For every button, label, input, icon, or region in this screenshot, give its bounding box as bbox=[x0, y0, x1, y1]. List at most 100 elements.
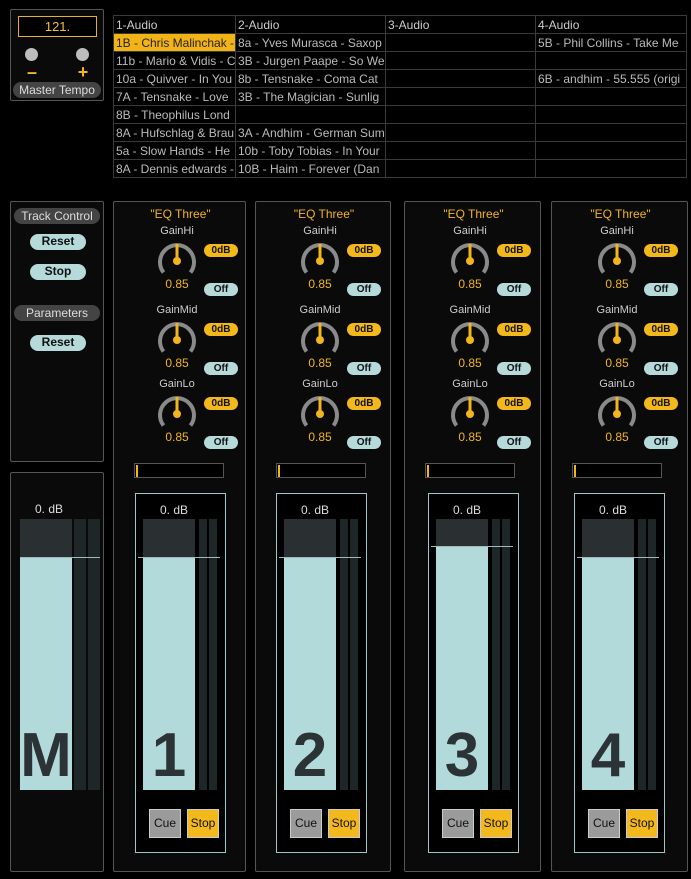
clip-slot[interactable]: 1B - Chris Malinchak - bbox=[113, 33, 236, 52]
clip-slot[interactable]: 7A - Tensnake - Love bbox=[113, 87, 236, 106]
tempo-decrease-knob[interactable] bbox=[25, 48, 38, 61]
tempo-plus-button[interactable]: + bbox=[76, 63, 90, 81]
eq-db-badge[interactable]: 0dB bbox=[644, 323, 678, 336]
clip-slot[interactable]: 3B - Jurgen Paape - So We bbox=[235, 51, 386, 70]
eq-db-badge[interactable]: 0dB bbox=[497, 397, 531, 410]
clip-slot[interactable] bbox=[235, 105, 386, 124]
clip-slot[interactable] bbox=[385, 69, 536, 88]
clip-row: 8A - Hufschlag & Brau 3A - Andhim - Germa… bbox=[113, 123, 687, 142]
master-track-number: M bbox=[20, 721, 72, 790]
clip-slot[interactable]: 8a - Yves Murasca - Saxop bbox=[235, 33, 386, 52]
clip-slot[interactable] bbox=[535, 105, 687, 124]
clip-slot[interactable] bbox=[535, 159, 687, 178]
eq-off-toggle[interactable]: Off bbox=[644, 436, 678, 449]
clip-slot[interactable] bbox=[535, 51, 687, 70]
eq-db-badge[interactable]: 0dB bbox=[497, 323, 531, 336]
clip-slot[interactable] bbox=[385, 159, 536, 178]
volume-fader-track[interactable]: 2 bbox=[284, 519, 336, 790]
master-fader-track[interactable]: M bbox=[20, 519, 72, 790]
clip-row: 10a - Quivver - In You 8b - Tensnake - Co… bbox=[113, 69, 687, 88]
clip-slot[interactable]: 5a - Slow Hands - He bbox=[113, 141, 236, 160]
parameters-title: Parameters bbox=[14, 305, 100, 321]
eq-db-badge[interactable]: 0dB bbox=[644, 244, 678, 257]
tempo-minus-button[interactable]: – bbox=[25, 63, 39, 81]
clip-slot[interactable] bbox=[535, 123, 687, 142]
track-header[interactable]: 1-Audio bbox=[113, 15, 236, 34]
cue-button[interactable]: Cue bbox=[290, 809, 322, 838]
clip-slot[interactable]: 11b - Mario & Vidis - C bbox=[113, 51, 236, 70]
meter-right bbox=[209, 519, 217, 790]
eq-off-toggle[interactable]: Off bbox=[497, 283, 531, 296]
clip-row: 5a - Slow Hands - He 10b - Toby Tobias - … bbox=[113, 141, 687, 160]
clip-slot[interactable] bbox=[385, 123, 536, 142]
master-tempo-label: Master Tempo bbox=[13, 82, 101, 98]
fader-marker bbox=[577, 557, 659, 558]
fader-frame: 0. dB 2 Cue Stop bbox=[276, 493, 367, 853]
eq-param-label: GainLo bbox=[452, 378, 488, 390]
eq-off-toggle[interactable]: Off bbox=[204, 436, 238, 449]
clip-slot[interactable]: 10B - Haim - Forever (Dan bbox=[235, 159, 386, 178]
volume-fader-track[interactable]: 4 bbox=[582, 519, 634, 790]
clip-slot[interactable]: 8B - Theophilus Lond bbox=[113, 105, 236, 124]
stop-button[interactable]: Stop bbox=[187, 809, 219, 838]
clip-slot[interactable] bbox=[385, 87, 536, 106]
eq-param-label: GainHi bbox=[303, 225, 337, 237]
eq-db-badge[interactable]: 0dB bbox=[347, 323, 381, 336]
eq-db-badge[interactable]: 0dB bbox=[204, 323, 238, 336]
clip-slot[interactable] bbox=[385, 51, 536, 70]
cue-button[interactable]: Cue bbox=[149, 809, 181, 838]
clip-slot[interactable] bbox=[385, 105, 536, 124]
eq-off-toggle[interactable]: Off bbox=[644, 362, 678, 375]
eq-knob-value: 0.85 bbox=[165, 430, 189, 444]
clip-slot[interactable] bbox=[535, 87, 687, 106]
fader-frame: 0. dB 1 Cue Stop bbox=[135, 493, 226, 853]
clip-slot[interactable]: 8A - Dennis edwards - bbox=[113, 159, 236, 178]
track-reset-button[interactable]: Reset bbox=[30, 234, 86, 250]
eq-db-badge[interactable]: 0dB bbox=[497, 244, 531, 257]
eq-db-badge[interactable]: 0dB bbox=[347, 244, 381, 257]
eq-db-badge[interactable]: 0dB bbox=[644, 397, 678, 410]
tempo-value[interactable]: 121. bbox=[18, 16, 97, 37]
track-number: 3 bbox=[444, 721, 480, 790]
clip-row: 8A - Dennis edwards -10B - Haim - Foreve… bbox=[113, 159, 687, 178]
cue-button[interactable]: Cue bbox=[588, 809, 620, 838]
eq-off-toggle[interactable]: Off bbox=[497, 362, 531, 375]
eq-off-toggle[interactable]: Off bbox=[204, 283, 238, 296]
clip-slot[interactable]: 3A - Andhim - German Sum bbox=[235, 123, 386, 142]
clip-slot[interactable]: 3B - The Magician - Sunlig bbox=[235, 87, 386, 106]
clip-slot[interactable] bbox=[535, 141, 687, 160]
eq-db-badge[interactable]: 0dB bbox=[204, 397, 238, 410]
volume-fader-track[interactable]: 3 bbox=[436, 519, 488, 790]
stop-button[interactable]: Stop bbox=[480, 809, 512, 838]
eq-db-badge[interactable]: 0dB bbox=[347, 397, 381, 410]
tempo-increase-knob[interactable] bbox=[76, 48, 89, 61]
track-header[interactable]: 3-Audio bbox=[385, 15, 536, 34]
eq-off-toggle[interactable]: Off bbox=[347, 283, 381, 296]
volume-fader-track[interactable]: 1 bbox=[143, 519, 195, 790]
eq-off-toggle[interactable]: Off bbox=[204, 362, 238, 375]
track-header[interactable]: 2-Audio bbox=[235, 15, 386, 34]
clip-slot[interactable] bbox=[385, 141, 536, 160]
track-control-panel: Track Control Reset Stop Parameters Rese… bbox=[10, 201, 104, 462]
eq-off-toggle[interactable]: Off bbox=[347, 436, 381, 449]
fader-marker bbox=[138, 557, 220, 558]
clip-slot[interactable]: 8b - Tensnake - Coma Cat bbox=[235, 69, 386, 88]
clip-slot[interactable]: 6B - andhim - 55.555 (origi bbox=[535, 69, 687, 88]
output-meter-bar bbox=[425, 463, 515, 478]
meter-right bbox=[350, 519, 358, 790]
eq-db-badge[interactable]: 0dB bbox=[204, 244, 238, 257]
clip-slot[interactable]: 5B - Phil Collins - Take Me bbox=[535, 33, 687, 52]
clip-slot[interactable]: 8A - Hufschlag & Brau bbox=[113, 123, 236, 142]
eq-off-toggle[interactable]: Off bbox=[644, 283, 678, 296]
parameters-reset-button[interactable]: Reset bbox=[30, 335, 86, 351]
stop-button[interactable]: Stop bbox=[626, 809, 658, 838]
track-header[interactable]: 4-Audio bbox=[535, 15, 687, 34]
stop-button[interactable]: Stop bbox=[328, 809, 360, 838]
eq-off-toggle[interactable]: Off bbox=[497, 436, 531, 449]
eq-off-toggle[interactable]: Off bbox=[347, 362, 381, 375]
clip-slot[interactable] bbox=[385, 33, 536, 52]
clip-slot[interactable]: 10a - Quivver - In You bbox=[113, 69, 236, 88]
cue-button[interactable]: Cue bbox=[442, 809, 474, 838]
clip-slot[interactable]: 10b - Toby Tobias - In Your bbox=[235, 141, 386, 160]
track-stop-button[interactable]: Stop bbox=[30, 264, 86, 280]
